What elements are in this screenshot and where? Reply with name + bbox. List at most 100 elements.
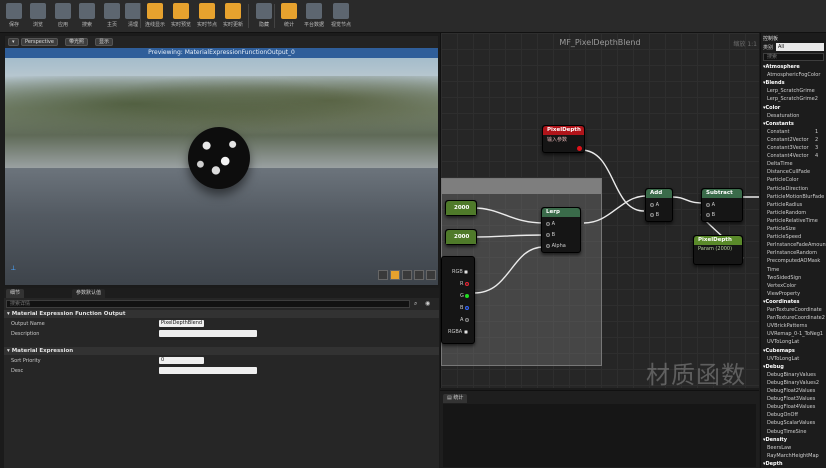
node-pixeldepth-input[interactable]: PixelDepth 输入参数 [542,125,585,153]
palette-item[interactable]: TwoSidedSign [767,275,801,281]
preview-mesh-icon[interactable] [426,270,436,280]
pin-alpha[interactable]: Alpha [546,243,566,249]
show-button[interactable]: 显示 [95,38,114,46]
palette-item[interactable]: ParticleSpeed [767,234,801,240]
pin-b[interactable]: B [546,232,555,238]
palette-category[interactable]: ▾Density [763,437,787,443]
palette-item[interactable]: Lerp_ScratchGrime [767,88,815,94]
pin-g[interactable]: G [460,293,470,299]
toolbar-button-12[interactable]: 平台数据 [303,2,325,31]
palette-item[interactable]: BeersLaw [767,445,791,451]
pin-b[interactable]: B [650,212,659,218]
node-lerp[interactable]: Lerp A B Alpha [541,207,581,253]
section-function-output[interactable]: ▾ Material Expression Function Output [4,310,439,318]
palette-item[interactable]: ParticleDirection [767,186,808,192]
palette-item[interactable]: ParticleRelativeTime [767,218,818,224]
pin-a[interactable]: A [650,202,659,208]
palette-item[interactable]: UVToLongLat [767,339,799,345]
palette-item[interactable]: ParticleSize [767,226,796,232]
palette-item[interactable]: Constant [767,129,789,135]
output-pin[interactable] [577,146,582,151]
palette-item[interactable]: ViewProperty [767,291,800,297]
palette-item[interactable]: UVToLongLat [767,356,799,362]
preview-plane-icon[interactable] [402,270,412,280]
toolbar-button-8[interactable]: 实时节点 [196,2,218,31]
palette-item[interactable]: PerInstanceRandom [767,250,817,256]
palette-category[interactable]: ▾Color [763,105,780,111]
palette-item[interactable]: PanTextureCoordinate2 [767,315,825,321]
pin-b[interactable]: B [706,212,715,218]
category-select[interactable]: All [776,43,824,51]
toolbar-button-7[interactable]: 实时预览 [170,2,192,31]
node-constant-1[interactable]: 2000 [445,200,477,216]
palette-item[interactable]: DebugBinaryValues [767,372,816,378]
palette-item[interactable]: DebugScalarValues [767,420,815,426]
palette-item[interactable]: DebugFloat3Values [767,396,815,402]
output-name-field[interactable]: PixelDepthBlend [159,320,204,327]
palette-item[interactable]: DebugBinaryValues2 [767,380,819,386]
preview-viewport[interactable]: ▾ Perspective 带光照 显示 Previewing: Materia… [4,35,439,286]
toolbar-button-1[interactable]: 浏览 [27,2,49,31]
palette-item[interactable]: UVRemap_0-1_ToNeg1 [767,331,823,337]
palette-item[interactable]: DebugOnOff [767,412,798,418]
view-options-icon[interactable]: ◉ [425,300,433,308]
palette-search-input[interactable]: 搜索 [763,53,824,61]
tab-param-defaults[interactable]: 参数默认值 [72,289,106,298]
palette-category[interactable]: ▾Atmosphere [763,64,800,70]
pin-r[interactable]: R [460,281,470,287]
pin-a[interactable]: A [706,202,715,208]
palette-item[interactable]: AtmosphericFogColor [767,72,820,78]
palette-item[interactable]: RayMarchHeightMap [767,453,819,459]
node-subtract[interactable]: Subtract A B [701,188,743,222]
pin-a[interactable]: A [460,317,470,323]
node-texture-sample[interactable]: RGB R G B A RGBA [441,256,475,344]
pin-rgba[interactable]: RGBA [448,329,468,335]
pin-b[interactable]: B [460,305,470,311]
palette-item[interactable]: DeltaTime [767,161,793,167]
preview-cylinder-icon[interactable] [378,270,388,280]
viewport-menu-button[interactable]: ▾ [8,38,19,46]
node-add[interactable]: Add A B [645,188,673,222]
toolbar-button-13[interactable]: 视觉节点 [330,2,352,31]
toolbar-button-11[interactable]: 统计 [278,2,300,31]
palette-item[interactable]: ParticleMotionBlurFade [767,194,824,200]
palette-category[interactable]: ▾Coordinates [763,299,800,305]
toolbar-button-3[interactable]: 搜索 [76,2,98,31]
toolbar-button-4[interactable]: 主页 [101,2,123,31]
toolbar-button-2[interactable]: 应用 [52,2,74,31]
palette-category[interactable]: ▾Blends [763,80,785,86]
palette-item[interactable]: PanTextureCoordinate [767,307,822,313]
toolbar-button-10[interactable]: 隐藏 [253,2,275,31]
toolbar-button-0[interactable]: 保存 [3,2,25,31]
desc-field[interactable] [159,367,257,374]
palette-item[interactable]: PrecomputedAOMask [767,258,820,264]
perspective-button[interactable]: Perspective [21,38,58,46]
node-constant-2[interactable]: 2000 [445,229,477,245]
palette-category[interactable]: ▾Debug [763,364,784,370]
palette-category[interactable]: ▾Cubemaps [763,348,795,354]
node-pixeldepth-param[interactable]: PixelDepth Param (2000) [693,235,743,265]
tab-stats[interactable]: ▤ 统计 [443,394,468,403]
palette-item[interactable]: Constant2Vector [767,137,809,143]
search-icon[interactable]: ⌕ [414,300,422,308]
palette-category[interactable]: ▾Constants [763,121,794,127]
palette-item[interactable]: Constant3Vector [767,145,809,151]
toolbar-button-9[interactable]: 实时更新 [222,2,244,31]
palette-item[interactable]: DebugFloat4Values [767,404,815,410]
palette-item[interactable]: ParticleRadius [767,202,802,208]
toolbar-button-6[interactable]: 连线显示 [144,2,166,31]
palette-item[interactable]: Desaturation [767,113,799,119]
sort-priority-field[interactable]: 0 [159,357,204,364]
palette-item[interactable]: Time [767,267,779,273]
palette-item[interactable]: ParticleColor [767,177,799,183]
pin-rgb[interactable]: RGB [452,269,469,275]
description-field[interactable] [159,330,257,337]
palette-item[interactable]: UVBrickPatterns [767,323,807,329]
details-search-input[interactable]: 搜索详情 [6,300,410,308]
pin-a[interactable]: A [546,221,555,227]
section-material-expression[interactable]: ▾ Material Expression [4,347,439,355]
palette-item[interactable]: DebugFloat2Values [767,388,815,394]
tab-details[interactable]: 细节 [6,289,25,298]
palette-item[interactable]: VertexColor [767,283,796,289]
palette-item[interactable]: Lerp_ScratchGrime2 [767,96,818,102]
